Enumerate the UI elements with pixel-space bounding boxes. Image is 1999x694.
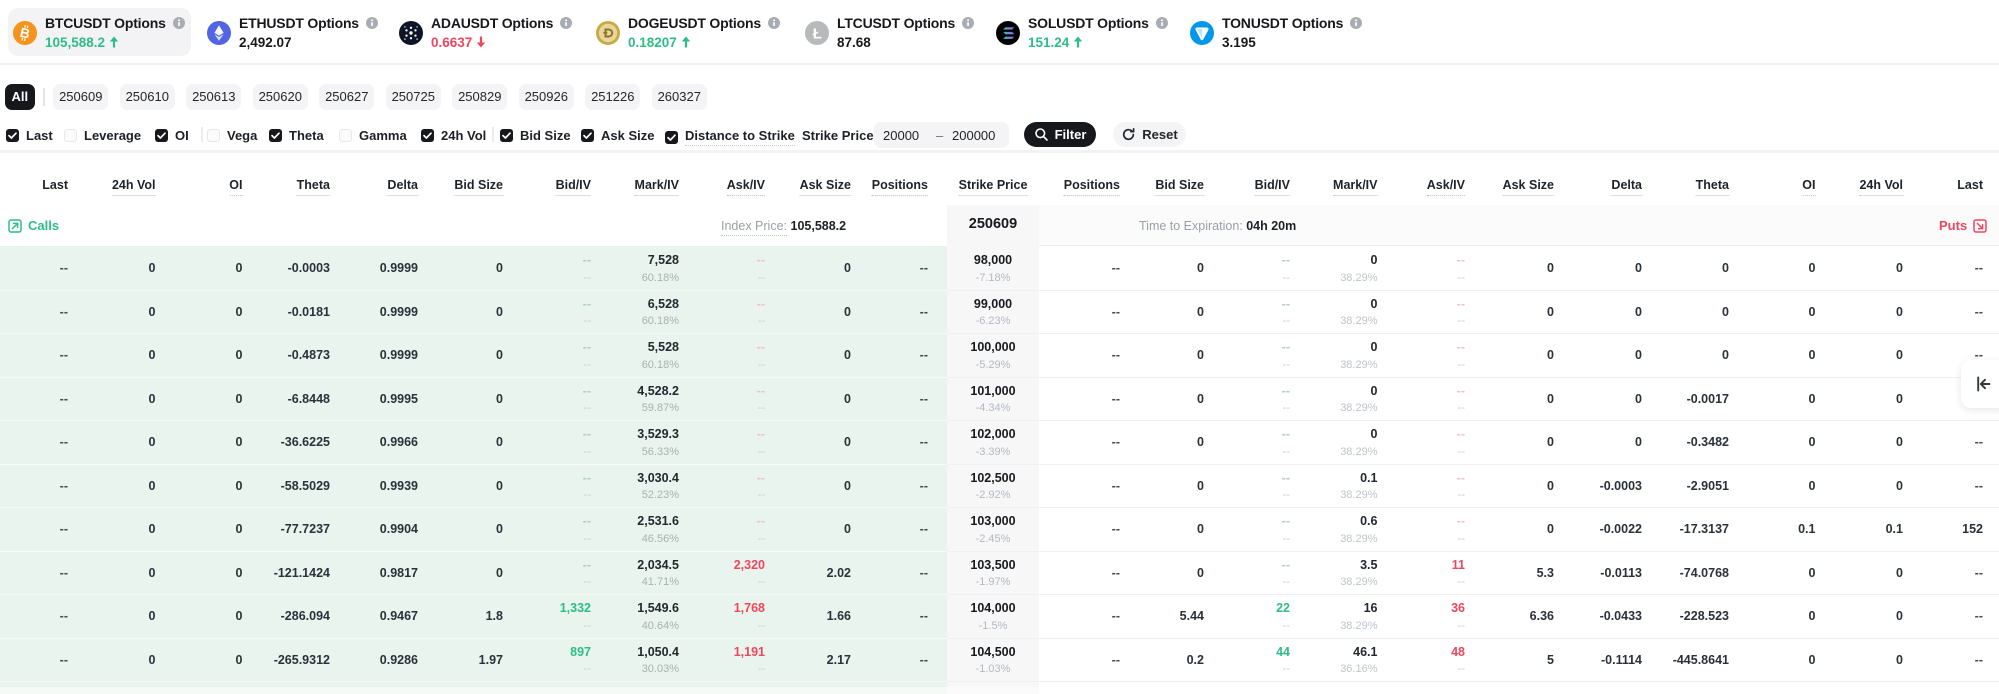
svg-text:Ł: Ł — [813, 26, 822, 43]
